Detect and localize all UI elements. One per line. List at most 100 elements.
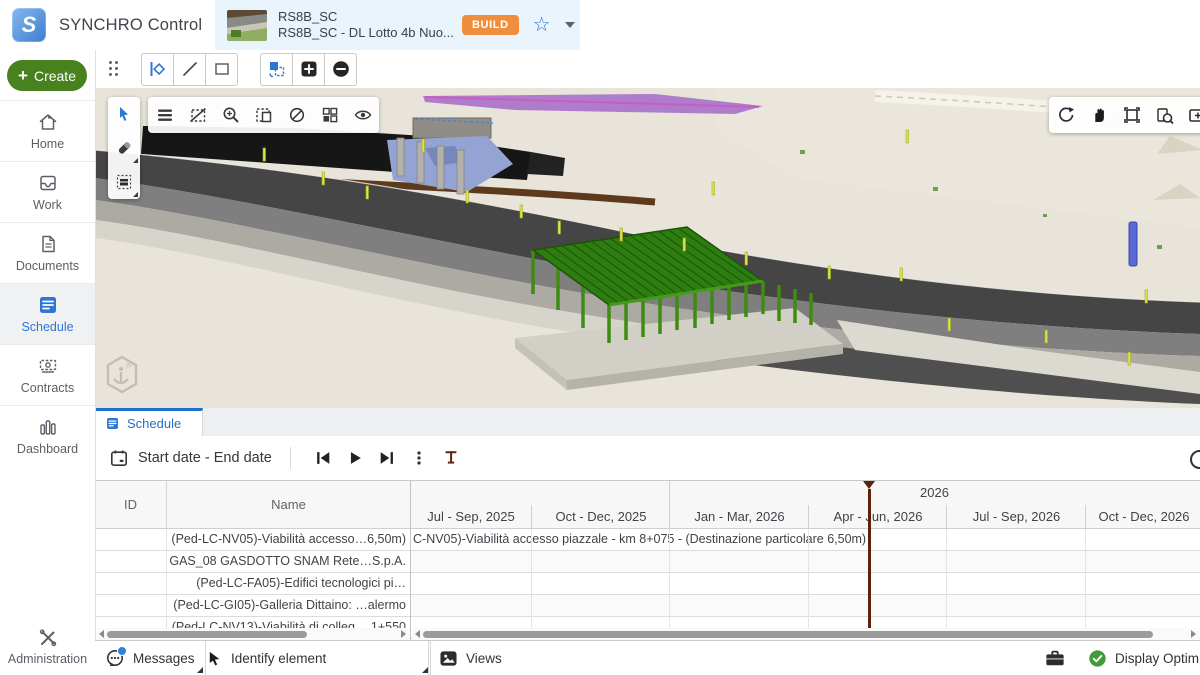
- play-button[interactable]: [339, 442, 371, 474]
- current-date-marker-head[interactable]: [863, 481, 875, 489]
- measure-tool-button[interactable]: [108, 131, 140, 165]
- project-selector[interactable]: RS8B_SC RS8B_SC - DL Lotto 4b Nuo... BUI…: [215, 0, 580, 50]
- line-icon: [180, 59, 200, 79]
- quarter-header: Jul - Sep, 2026: [946, 505, 1086, 528]
- table-row[interactable]: (Ped-LC-FA05)-Edifici tecnologici pi…: [95, 573, 410, 595]
- id-cell: [95, 573, 167, 594]
- project-chevron-down-icon[interactable]: [565, 22, 575, 28]
- quarter-header: Oct - Dec, 2026: [1085, 505, 1200, 528]
- rectangle-tool-button[interactable]: [205, 53, 238, 86]
- favorite-star-icon[interactable]: ☆: [533, 15, 551, 35]
- deselect-region-button[interactable]: [181, 97, 214, 133]
- status-bar: Messages Identify element Views Display …: [95, 640, 1200, 675]
- add-model-button[interactable]: [292, 53, 325, 86]
- scroll-right-icon[interactable]: [1191, 630, 1196, 638]
- table-row[interactable]: (Ped-LC-GI05)-Galleria Dittaino: …alermo: [95, 595, 410, 617]
- gantt-timeline[interactable]: 2026 Jul - Sep, 2025 Oct - Dec, 2025 Jan…: [411, 481, 1200, 641]
- skip-to-start-button[interactable]: [307, 442, 339, 474]
- zoom-in-magnifier-icon: [221, 105, 241, 125]
- zoom-window-icon: [1155, 105, 1175, 125]
- hide-slash-icon: [287, 105, 307, 125]
- schedule-more-menu-button[interactable]: [403, 442, 435, 474]
- add-view-button[interactable]: [1181, 97, 1200, 133]
- line-tool-button[interactable]: [173, 53, 206, 86]
- calendar-icon[interactable]: [109, 448, 129, 468]
- kebab-menu-icon: [410, 449, 428, 467]
- project-thumbnail: [227, 10, 267, 41]
- annotation-toolbar: [95, 50, 1200, 88]
- home-icon: [37, 111, 59, 133]
- orbit-button[interactable]: [1049, 97, 1082, 133]
- sidebar-item-dashboard[interactable]: Dashboard: [0, 405, 95, 466]
- skip-to-end-button[interactable]: [371, 442, 403, 474]
- views-panel[interactable]: Views: [428, 641, 534, 675]
- scrollbar-thumb[interactable]: [423, 631, 1153, 638]
- contracts-banknote-icon: [37, 355, 59, 377]
- create-button[interactable]: + Create: [7, 60, 87, 91]
- timeline-marker-tool-button[interactable]: [435, 442, 467, 474]
- sidebar-item-administration[interactable]: Administration: [0, 617, 95, 675]
- current-date-marker[interactable]: [868, 489, 871, 633]
- compare-models-button[interactable]: [260, 53, 293, 86]
- timeline-row[interactable]: C-NV05)-Viabilità accesso piazzale - km …: [411, 529, 1200, 551]
- subtract-icon: [331, 59, 351, 79]
- name-cell: (Ped-LC-GI05)-Galleria Dittaino: …alermo: [167, 595, 406, 616]
- messages-panel[interactable]: Messages: [95, 641, 206, 675]
- timeline-horizontal-scrollbar[interactable]: [412, 628, 1199, 640]
- select-tool-button[interactable]: [108, 97, 140, 131]
- sidebar-item-home[interactable]: Home: [0, 100, 95, 161]
- year-label: 2026: [669, 481, 1200, 505]
- zoom-extents-button[interactable]: [1115, 97, 1148, 133]
- clip-plane-button[interactable]: [247, 97, 280, 133]
- layers-menu-button[interactable]: [148, 97, 181, 133]
- isolate-objects-button[interactable]: [313, 97, 346, 133]
- sidebar-item-schedule[interactable]: Schedule: [0, 283, 95, 344]
- viewport-3d[interactable]: js: [95, 88, 1200, 408]
- section-box-tool-button[interactable]: [108, 165, 140, 199]
- task-bar-label: C-NV05)-Viabilità accesso piazzale - km …: [413, 529, 866, 550]
- search-icon[interactable]: [1190, 450, 1200, 469]
- pan-button[interactable]: [1082, 97, 1115, 133]
- tab-schedule[interactable]: Schedule: [95, 408, 203, 436]
- svg-text:js: js: [125, 360, 132, 369]
- skip-start-icon: [314, 449, 332, 467]
- project-info: RS8B_SC RS8B_SC - DL Lotto 4b Nuo...: [278, 9, 458, 41]
- zoom-in-button[interactable]: [214, 97, 247, 133]
- column-header-name[interactable]: Name: [167, 481, 410, 528]
- sidebar-item-work[interactable]: Work: [0, 161, 95, 222]
- pan-hand-icon: [1089, 105, 1109, 125]
- column-header-id[interactable]: ID: [95, 481, 167, 528]
- identify-element-panel[interactable]: Identify element: [196, 641, 431, 675]
- hide-objects-button[interactable]: [280, 97, 313, 133]
- scroll-right-icon[interactable]: [401, 630, 406, 638]
- zoom-window-button[interactable]: [1148, 97, 1181, 133]
- table-row[interactable]: GAS_08 GASDOTTO SNAM Rete…S.p.A.: [95, 551, 410, 573]
- timeline-row[interactable]: [411, 595, 1200, 617]
- sidebar-item-contracts[interactable]: Contracts: [0, 344, 95, 405]
- plus-icon: +: [18, 67, 28, 84]
- subtract-model-button[interactable]: [324, 53, 357, 86]
- scroll-left-icon[interactable]: [99, 630, 104, 638]
- submenu-corner-icon: [133, 158, 138, 163]
- date-range-label[interactable]: Start date - End date: [138, 450, 272, 466]
- show-all-button[interactable]: [346, 97, 379, 133]
- build-badge: BUILD: [462, 15, 519, 35]
- toolbar-drag-handle-icon[interactable]: [109, 61, 119, 77]
- sidebar-item-documents[interactable]: Documents: [0, 222, 95, 283]
- scrollbar-thumb[interactable]: [107, 631, 307, 638]
- synchro-logo-icon[interactable]: S: [12, 8, 46, 42]
- display-optimization-status[interactable]: Display Optim: [1088, 649, 1200, 668]
- messages-label: Messages: [133, 651, 195, 666]
- point-snap-tool-button[interactable]: [141, 53, 174, 86]
- table-row[interactable]: (Ped-LC-NV05)-Viabilità accesso…6,50m): [95, 529, 410, 551]
- timeline-row[interactable]: [411, 551, 1200, 573]
- schedule-tab-icon: [105, 416, 120, 431]
- timeline-row[interactable]: [411, 573, 1200, 595]
- schedule-tabbar: Schedule: [95, 408, 1200, 437]
- name-cell: GAS_08 GASDOTTO SNAM Rete…S.p.A.: [167, 551, 406, 572]
- messages-icon: [105, 648, 125, 668]
- display-optimization-label: Display Optim: [1115, 651, 1199, 666]
- scroll-left-icon[interactable]: [415, 630, 420, 638]
- briefcase-icon[interactable]: [1044, 648, 1066, 668]
- table-horizontal-scrollbar[interactable]: [96, 628, 409, 640]
